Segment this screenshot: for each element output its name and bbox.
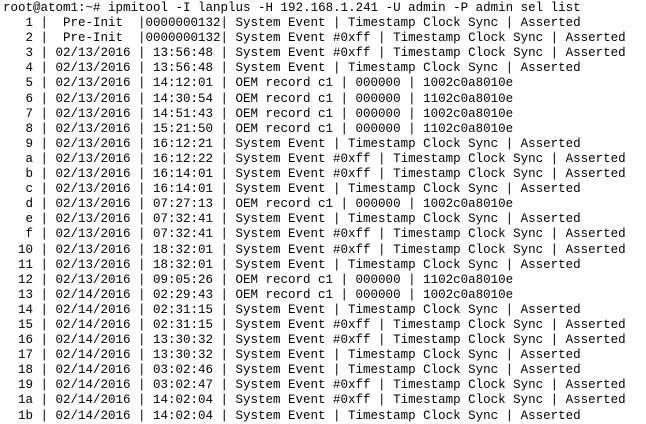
- sel-row: 4 | 02/13/2016 | 13:56:48 | System Event…: [3, 61, 581, 76]
- sel-row: 1a | 02/14/2016 | 14:02:04 | System Even…: [3, 393, 626, 408]
- shell-prompt: root@atom1:~#: [3, 1, 109, 15]
- sel-row: 16 | 02/14/2016 | 13:30:32 | System Even…: [3, 333, 626, 348]
- sel-row: 9 | 02/13/2016 | 16:12:21 | System Event…: [3, 136, 581, 151]
- sel-row: e | 02/13/2016 | 07:32:41 | System Event…: [3, 212, 581, 227]
- sel-row: 10 | 02/13/2016 | 18:32:01 | System Even…: [3, 242, 626, 257]
- command-line: root@atom1:~# ipmitool -I lanplus -H 192…: [3, 1, 646, 16]
- sel-row: 5 | 02/13/2016 | 14:12:01 | OEM record c…: [3, 76, 514, 91]
- sel-row: a | 02/13/2016 | 16:12:22 | System Event…: [3, 151, 626, 166]
- sel-row: 6 | 02/13/2016 | 14:30:54 | OEM record c…: [3, 91, 514, 106]
- sel-row: 1b | 02/14/2016 | 14:02:04 | System Even…: [3, 408, 581, 423]
- sel-row: f | 02/13/2016 | 07:32:41 | System Event…: [3, 227, 626, 242]
- sel-row: 2 | Pre-Init |0000000132| System Event #…: [3, 31, 626, 46]
- sel-row: 17 | 02/14/2016 | 13:30:32 | System Even…: [3, 348, 581, 363]
- sel-row: 7 | 02/13/2016 | 14:51:43 | OEM record c…: [3, 106, 514, 121]
- sel-row: 11 | 02/13/2016 | 18:32:01 | System Even…: [3, 257, 581, 272]
- sel-row: 19 | 02/14/2016 | 03:02:47 | System Even…: [3, 378, 626, 393]
- sel-row: d | 02/13/2016 | 07:27:13 | OEM record c…: [3, 197, 514, 212]
- sel-row: c | 02/13/2016 | 16:14:01 | System Event…: [3, 182, 581, 197]
- sel-row: 15 | 02/14/2016 | 02:31:15 | System Even…: [3, 317, 626, 332]
- sel-row: 18 | 02/14/2016 | 03:02:46 | System Even…: [3, 363, 581, 378]
- command-text: ipmitool -I lanplus -H 192.168.1.241 -U …: [108, 1, 581, 15]
- terminal-window[interactable]: root@atom1:~# ipmitool -I lanplus -H 192…: [0, 0, 646, 424]
- sel-row: 12 | 02/13/2016 | 09:05:26 | OEM record …: [3, 272, 514, 287]
- sel-row: 3 | 02/13/2016 | 13:56:48 | System Event…: [3, 46, 626, 61]
- sel-row: 13 | 02/14/2016 | 02:29:43 | OEM record …: [3, 287, 514, 302]
- sel-row: 8 | 02/13/2016 | 15:21:50 | OEM record c…: [3, 121, 514, 136]
- sel-row: 14 | 02/14/2016 | 02:31:15 | System Even…: [3, 302, 581, 317]
- sel-row: 1 | Pre-Init |0000000132| System Event |…: [3, 16, 581, 31]
- sel-row: b | 02/13/2016 | 16:14:01 | System Event…: [3, 167, 626, 182]
